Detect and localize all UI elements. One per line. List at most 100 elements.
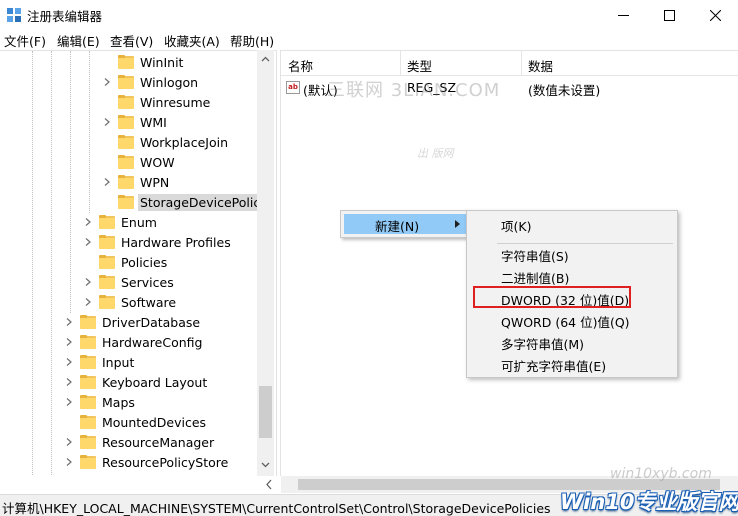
folder-icon — [80, 335, 96, 349]
minimize-button[interactable] — [600, 0, 646, 30]
tree-item[interactable]: Winresume — [102, 92, 212, 112]
folder-icon — [99, 215, 115, 229]
scroll-left-icon[interactable] — [262, 476, 276, 493]
folder-icon — [80, 435, 96, 449]
expand-chevron-icon[interactable] — [102, 77, 112, 87]
expand-chevron-icon[interactable] — [83, 237, 93, 247]
menu-item-expandable-string-value[interactable]: 可扩充字符串值(E) — [501, 356, 606, 375]
tree-item-label: WinInit — [140, 54, 184, 70]
menu-edit[interactable]: 编辑(E) — [57, 31, 100, 50]
tree-item[interactable]: Enum — [83, 212, 159, 232]
tree-item[interactable]: WPN — [102, 172, 171, 192]
tree-item-label: WPN — [140, 174, 170, 190]
maximize-button[interactable] — [646, 0, 692, 30]
tree-item[interactable]: Maps — [64, 392, 137, 412]
annotation-highlight — [473, 286, 631, 308]
column-header-data[interactable]: 数据 — [528, 56, 553, 75]
folder-icon — [80, 375, 96, 389]
expand-chevron-icon[interactable] — [64, 457, 74, 467]
folder-icon — [80, 315, 96, 329]
registry-tree[interactable]: WinInit Winlogon Winresume WMI WorkplaceJoin… — [0, 50, 276, 476]
expand-chevron-icon[interactable] — [83, 217, 93, 227]
expand-chevron-icon[interactable] — [64, 357, 74, 367]
scroll-up-icon[interactable] — [261, 55, 270, 64]
scroll-down-icon[interactable] — [261, 460, 270, 469]
list-header: 名称 类型 数据 — [281, 51, 738, 76]
expand-chevron-icon[interactable] — [64, 377, 74, 387]
tree-vertical-scrollbar[interactable] — [257, 50, 274, 476]
scroll-thumb[interactable] — [259, 386, 272, 438]
expand-chevron-icon[interactable] — [102, 177, 112, 187]
tree-item-label: DriverDatabase — [102, 314, 201, 330]
tree-item-label: Keyboard Layout — [102, 374, 208, 390]
menu-favorites[interactable]: 收藏夹(A) — [164, 31, 220, 50]
tree-item-label: Enum — [121, 214, 157, 230]
tree-item[interactable]: DriverDatabase — [64, 312, 202, 332]
expand-chevron-icon[interactable] — [64, 397, 74, 407]
tree-item-label: Input — [102, 354, 135, 370]
folder-icon — [118, 115, 134, 129]
tree-item[interactable]: WorkplaceJoin — [102, 132, 230, 152]
tree-item[interactable]: WOW — [102, 152, 177, 172]
column-divider[interactable] — [400, 51, 401, 76]
close-button[interactable] — [692, 0, 738, 30]
expand-chevron-icon[interactable] — [64, 317, 74, 327]
tree-guide-line — [89, 51, 90, 213]
expand-chevron-icon[interactable] — [102, 117, 112, 127]
tree-item[interactable]: Input — [64, 352, 136, 372]
menu-item-key[interactable]: 项(K) — [501, 216, 531, 235]
menu-file[interactable]: 文件(F) — [4, 31, 46, 50]
expand-chevron-icon[interactable] — [83, 277, 93, 287]
tree-item-label: ResourcePolicyStore — [102, 454, 229, 470]
tree-guide-line — [32, 51, 33, 476]
tree-item[interactable]: ResourcePolicyStore — [64, 452, 230, 472]
tree-item-label: Winlogon — [140, 74, 199, 90]
tree-item[interactable]: Keyboard Layout — [64, 372, 209, 392]
tree-item[interactable]: MountedDevices — [64, 412, 208, 432]
no-chevron — [102, 97, 112, 107]
folder-icon — [118, 95, 134, 109]
no-chevron — [102, 137, 112, 147]
tree-item-label: Software — [121, 294, 177, 310]
folder-icon — [99, 275, 115, 289]
tree-item[interactable]: Winlogon — [102, 72, 200, 92]
folder-icon — [118, 135, 134, 149]
folder-icon — [118, 75, 134, 89]
tree-item[interactable]: Hardware Profiles — [83, 232, 233, 252]
column-header-name[interactable]: 名称 — [288, 56, 313, 75]
column-header-type[interactable]: 类型 — [407, 56, 432, 75]
menu-item-string-value[interactable]: 字符串值(S) — [501, 246, 569, 265]
folder-icon — [80, 395, 96, 409]
menu-view[interactable]: 查看(V) — [110, 31, 153, 50]
no-chevron — [102, 157, 112, 167]
folder-icon — [80, 455, 96, 469]
expand-chevron-icon[interactable] — [64, 437, 74, 447]
folder-icon — [118, 195, 134, 209]
tree-item[interactable]: Software — [83, 292, 178, 312]
tree-item[interactable]: WinInit — [102, 52, 185, 72]
tree-item[interactable]: Policies — [83, 252, 169, 272]
tree-item-label: Services — [121, 274, 174, 290]
menu-item-new[interactable]: 新建(N) — [344, 214, 467, 234]
menu-help[interactable]: 帮助(H) — [230, 31, 274, 50]
no-chevron — [64, 417, 74, 427]
tree-item-label: Policies — [121, 254, 168, 270]
folder-icon — [80, 355, 96, 369]
tree-item[interactable]: ResourceManager — [64, 432, 216, 452]
regedit-app-icon — [7, 8, 21, 22]
tree-item-label: MountedDevices — [102, 414, 207, 430]
tree-item[interactable]: HardwareConfig — [64, 332, 204, 352]
tree-item-label: Winresume — [140, 94, 211, 110]
expand-chevron-icon[interactable] — [83, 297, 93, 307]
menu-item-multi-string-value[interactable]: 多字符串值(M) — [501, 334, 584, 353]
tree-item-label: WMI — [140, 114, 167, 130]
menu-item-qword-value[interactable]: QWORD (64 位)值(Q) — [501, 312, 630, 331]
tree-item[interactable]: Services — [83, 272, 176, 292]
watermark-center: 三联网 3LIAN.COM — [327, 80, 501, 101]
column-divider[interactable] — [521, 51, 522, 76]
tree-item[interactable]: StorageDevicePolicie — [102, 192, 274, 212]
tree-item[interactable]: WMI — [102, 112, 169, 132]
folder-icon — [99, 295, 115, 309]
menu-item-binary-value[interactable]: 二进制值(B) — [501, 268, 569, 287]
expand-chevron-icon[interactable] — [64, 337, 74, 347]
